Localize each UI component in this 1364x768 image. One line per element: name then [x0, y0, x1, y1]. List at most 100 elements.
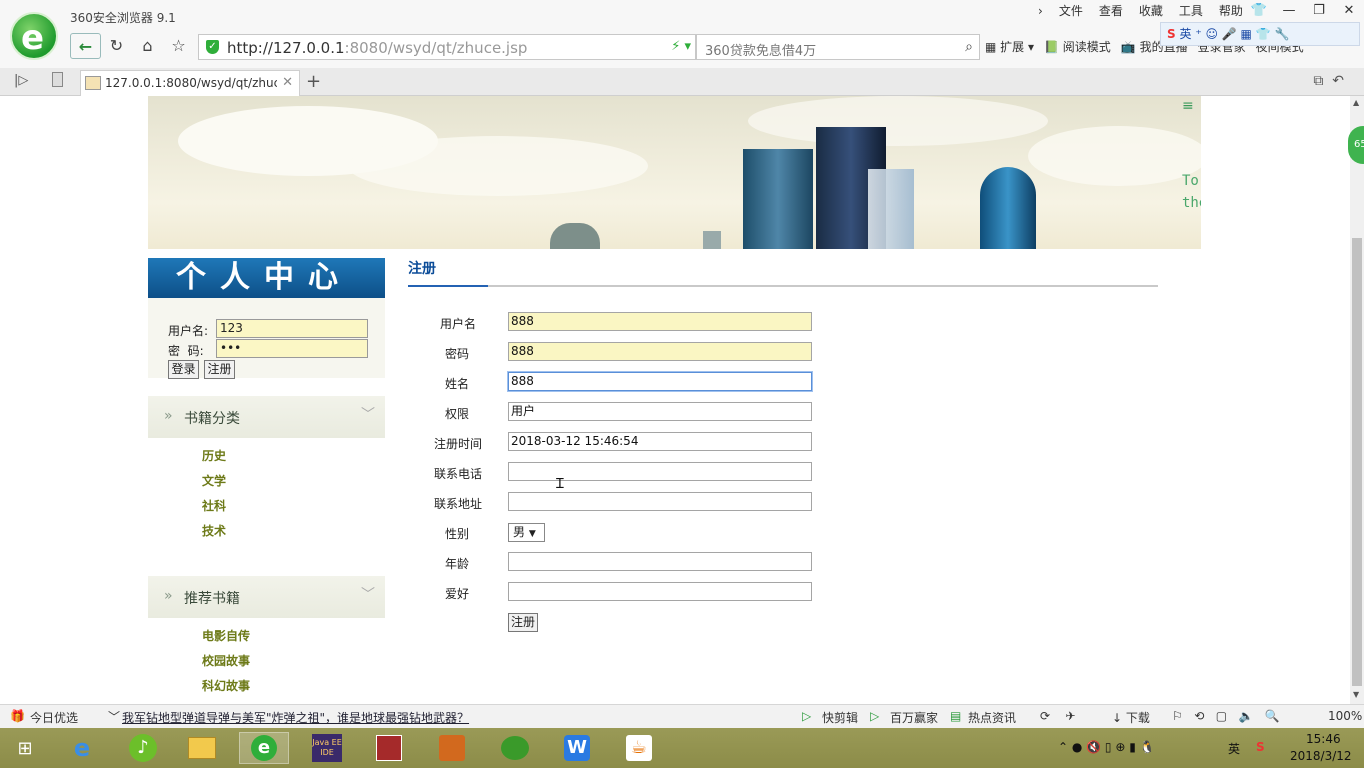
document-icon[interactable]	[52, 72, 63, 87]
maximize-icon[interactable]: ❐	[1304, 0, 1334, 22]
page-viewport: To the ≡ 个人中心 用户名: 123 密 码: ••• 登录 注册 » …	[0, 96, 1350, 704]
title-divider-accent	[408, 285, 488, 287]
address-field[interactable]	[508, 492, 812, 511]
tray-ime[interactable]: 英	[1228, 740, 1240, 757]
quick-edit-link[interactable]: 快剪辑	[822, 709, 858, 726]
menu-item-favorites[interactable]: 收藏	[1131, 3, 1171, 19]
hobby-field[interactable]	[508, 582, 812, 601]
zoom-level[interactable]: 100%	[1328, 709, 1362, 723]
today-picks[interactable]: 今日优选	[30, 709, 78, 726]
tab-close-icon[interactable]: ✕	[282, 75, 293, 90]
username-label: 用户名:	[168, 324, 209, 338]
tray-icons[interactable]: ⌃ ● 🔇 ▯ ⊕ ▮ 🐧	[1058, 740, 1155, 754]
tab-active[interactable]: 127.0.0.1:8080/wsyd/qt/zhuce.jsp ✕	[80, 70, 300, 96]
minimize-icon[interactable]: —	[1274, 0, 1304, 22]
ie-icon[interactable]: e	[57, 732, 107, 764]
field-label-phone: 联系电话	[433, 467, 482, 481]
scroll-down-icon[interactable]: ▼	[1353, 690, 1359, 699]
url-text[interactable]: http://127.0.0.1:8080/wsyd/qt/zhuce.jsp	[227, 39, 527, 57]
name-field[interactable]: 888	[508, 372, 812, 391]
category-link-history[interactable]: 历史	[202, 447, 226, 464]
search-input[interactable]: 360贷款免息借4万	[705, 40, 816, 59]
field-label-name: 姓名	[444, 377, 469, 391]
collapse-chevron-icon[interactable]: ﹀	[361, 584, 375, 604]
back-arrow-icon[interactable]: ←	[70, 33, 101, 59]
tab-list-icon[interactable]: ⧉	[1313, 73, 1323, 89]
field-label-username: 用户名	[439, 317, 476, 331]
speed-mode-icon[interactable]: ⚡ ▾	[671, 39, 691, 54]
recommend-title: 推荐书籍	[184, 591, 240, 607]
sex-select[interactable]: 男 ▼	[508, 523, 545, 542]
login-button[interactable]: 登录	[168, 360, 199, 379]
clock-date[interactable]: 2018/3/12	[1290, 749, 1352, 763]
login-password-input[interactable]: •••	[216, 339, 368, 358]
millionaire-link[interactable]: 百万赢家	[890, 709, 938, 726]
menu-chevron-icon[interactable]: ›	[1030, 3, 1051, 19]
windows-taskbar: ⊞ e ♪ e Java EE IDE W ☕ ⌃ ● 🔇 ▯ ⊕ ▮ 🐧 英 S…	[0, 728, 1364, 768]
clock-time[interactable]: 15:46	[1306, 732, 1341, 746]
sogou-tray-icon[interactable]: S	[1256, 740, 1265, 754]
wps-icon[interactable]: W	[552, 732, 602, 764]
download-link[interactable]: ↓ 下载	[1112, 709, 1150, 726]
home-icon[interactable]: ⌂	[132, 33, 163, 59]
recommend-link-3[interactable]: 科幻故事	[202, 677, 250, 694]
field-label-address: 联系地址	[433, 497, 482, 511]
double-chevron-icon: »	[164, 588, 173, 604]
menu-item-tools[interactable]: 工具	[1171, 3, 1211, 19]
hot-news-link[interactable]: 热点资讯	[968, 709, 1016, 726]
reg-time-field[interactable]: 2018-03-12 15:46:54	[508, 432, 812, 451]
floating-speed-ball[interactable]: 65	[1348, 126, 1364, 164]
star-icon[interactable]: ☆	[163, 33, 194, 59]
menu-item-file[interactable]: 文件	[1051, 3, 1091, 19]
reading-mode-button[interactable]: 📗 阅读模式	[1044, 38, 1111, 55]
search-box[interactable]: 360贷款免息借4万 ⌕	[696, 34, 980, 60]
media-player-icon[interactable]: ♪	[118, 732, 168, 764]
recommend-link-2[interactable]: 校园故事	[202, 652, 250, 669]
sidebar-register-button[interactable]: 注册	[204, 360, 235, 379]
news-headline-link[interactable]: 我军钻地型弹道导弹与美军"炸弹之祖"，谁是地球最强钻地武器？	[122, 709, 469, 726]
sidebar-toggle-icon[interactable]: |▷	[14, 73, 28, 88]
status-extra-icons[interactable]: ⚐ ⟲ ▢ 🔈 🔍	[1172, 709, 1280, 723]
age-field[interactable]	[508, 552, 812, 571]
tab-bar: |▷ 127.0.0.1:8080/wsyd/qt/zhuce.jsp ✕ + …	[0, 68, 1364, 96]
ime-mode-toggle[interactable]: 英	[1179, 27, 1191, 41]
file-explorer-icon[interactable]	[177, 732, 227, 764]
title-divider	[408, 285, 1158, 287]
scroll-thumb[interactable]	[1352, 238, 1362, 686]
username-field[interactable]: 888	[508, 312, 812, 331]
menu-item-view[interactable]: 查看	[1091, 3, 1131, 19]
skin-icon[interactable]: 👕	[1244, 0, 1274, 22]
recommend-link-1[interactable]: 电影自传	[202, 627, 250, 644]
java-icon[interactable]: ☕	[614, 732, 664, 764]
extensions-button[interactable]: ▦ 扩展 ▾	[985, 38, 1034, 55]
new-tab-icon[interactable]: +	[306, 71, 321, 92]
status-tools-icons[interactable]: ⟳ ✈	[1040, 709, 1075, 723]
category-link-literature[interactable]: 文学	[202, 472, 226, 489]
site-banner: To the ≡	[148, 96, 1201, 249]
category-link-social[interactable]: 社科	[202, 497, 226, 514]
winrar-icon[interactable]	[364, 732, 414, 764]
login-username-input[interactable]: 123	[216, 319, 368, 338]
undo-close-icon[interactable]: ↶	[1332, 73, 1344, 89]
field-label-age: 年龄	[444, 557, 469, 571]
360-browser-task-icon[interactable]: e	[239, 732, 289, 764]
phone-field[interactable]	[508, 462, 812, 481]
green-app-icon[interactable]	[490, 732, 540, 764]
collapse-chevron-icon[interactable]: ﹀	[361, 404, 375, 424]
register-submit-button[interactable]: 注册	[508, 613, 538, 632]
book-app-icon[interactable]	[427, 732, 477, 764]
scroll-up-icon[interactable]: ▲	[1353, 98, 1359, 107]
field-label-sex: 性别	[444, 527, 469, 541]
search-icon[interactable]: ⌕	[965, 39, 973, 55]
address-bar[interactable]: ✓ http://127.0.0.1:8080/wsyd/qt/zhuce.js…	[198, 34, 696, 60]
password-field[interactable]: 888	[508, 342, 812, 361]
vertical-scrollbar[interactable]: ▲ ▼	[1350, 96, 1364, 704]
windows-start-icon[interactable]: ⊞	[0, 732, 50, 764]
refresh-icon[interactable]: ↻	[101, 33, 132, 59]
permission-field[interactable]: 用户	[508, 402, 812, 421]
category-link-tech[interactable]: 技术	[202, 522, 226, 539]
nav-buttons: ← ↻ ⌂ ☆	[70, 33, 194, 59]
window-controls: 👕 — ❐ ✕	[1244, 0, 1364, 22]
java-ee-ide-icon[interactable]: Java EE IDE	[302, 732, 352, 764]
close-icon[interactable]: ✕	[1334, 0, 1364, 22]
